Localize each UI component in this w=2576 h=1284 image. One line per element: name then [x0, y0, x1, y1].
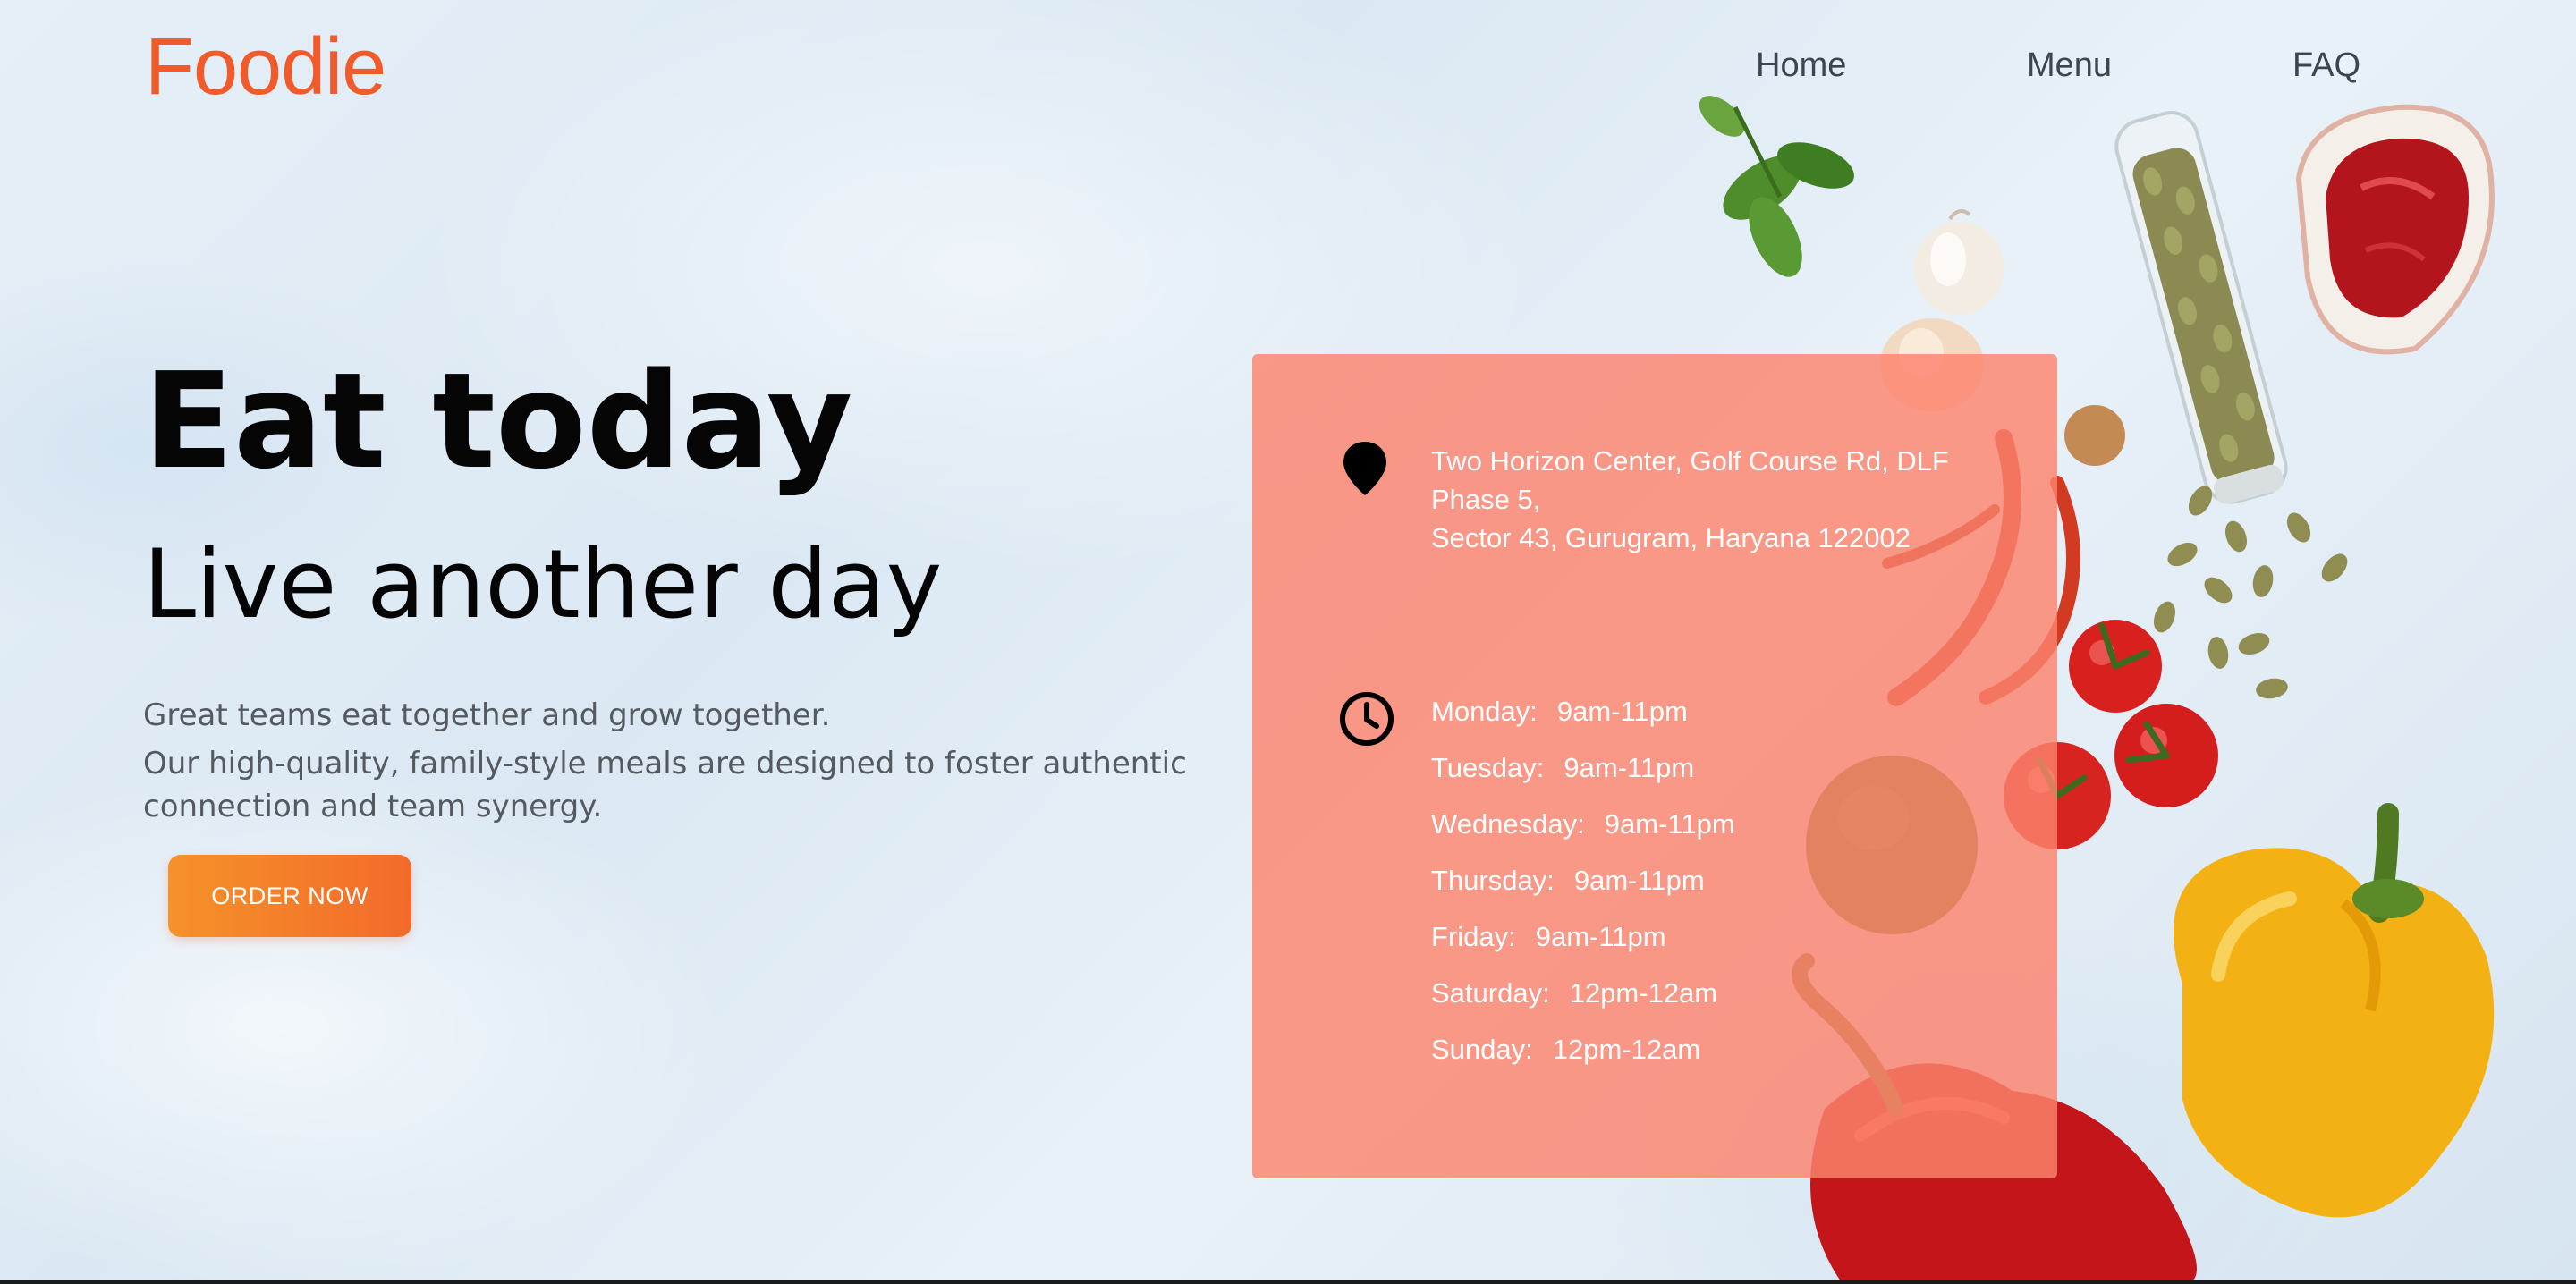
hours-time: 9am-11pm: [1563, 752, 1695, 783]
hours-row-wednesday: Wednesday: 9am-11pm: [1431, 807, 2004, 863]
nav-faq[interactable]: FAQ: [2292, 46, 2360, 85]
clock-icon: [1340, 692, 1394, 746]
hours-row-thursday: Thursday: 9am-11pm: [1431, 863, 2004, 919]
pumpkin-seeds-image: [2153, 486, 2348, 699]
location-pin-icon: [1343, 442, 1386, 495]
info-card: Two Horizon Center, Golf Course Rd, DLF …: [1252, 354, 2057, 1178]
hours-row-sunday: Sunday: 12pm-12am: [1431, 1032, 2004, 1088]
hours-time: 9am-11pm: [1556, 696, 1688, 727]
hero-title: Eat today: [143, 344, 853, 498]
hours-time: 12pm-12am: [1552, 1034, 1701, 1065]
hours-row-tuesday: Tuesday: 9am-11pm: [1431, 750, 2004, 807]
hero-subtitle: Live another day: [143, 529, 943, 639]
hours-day: Thursday:: [1431, 865, 1555, 896]
hours-time: 9am-11pm: [1535, 921, 1666, 952]
hours-time: 12pm-12am: [1569, 977, 1718, 1009]
hero-description: Great teams eat together and grow togeth…: [143, 694, 1234, 833]
opening-hours: Monday: 9am-11pm Tuesday: 9am-11pm Wednesd…: [1431, 694, 2004, 1088]
hours-time: 9am-11pm: [1604, 808, 1735, 840]
cookie-image: [2064, 405, 2125, 466]
address: Two Horizon Center, Golf Course Rd, DLF …: [1431, 442, 2004, 557]
hero-description-line1: Great teams eat together and grow togeth…: [143, 697, 831, 733]
ketchup-bowl-image: [2295, 104, 2495, 355]
hours-day: Sunday:: [1431, 1034, 1533, 1065]
page: Foodie Home Menu FAQ Eat today Live anot…: [0, 0, 2576, 1284]
hours-time: 9am-11pm: [1573, 865, 1705, 896]
hours-row-monday: Monday: 9am-11pm: [1431, 694, 2004, 750]
nav-home[interactable]: Home: [1756, 46, 1846, 85]
bottom-border: [0, 1280, 2576, 1284]
basil-image: [1699, 96, 1854, 277]
hours-day: Tuesday:: [1431, 752, 1545, 783]
hours-day: Saturday:: [1431, 977, 1550, 1009]
hero-description-line2: Our high-quality, family-style meals are…: [143, 746, 1187, 824]
main-nav: Home Menu FAQ: [0, 46, 2576, 91]
spice-jar-image: [2114, 111, 2288, 504]
hours-day: Monday:: [1431, 696, 1538, 727]
order-now-button[interactable]: ORDER NOW: [168, 855, 411, 937]
yellow-pepper-image: [2174, 803, 2495, 1218]
address-line: Phase 5,: [1431, 484, 1541, 515]
hours-day: Friday:: [1431, 921, 1516, 952]
hours-row-friday: Friday: 9am-11pm: [1431, 919, 2004, 976]
address-line: Two Horizon Center, Golf Course Rd, DLF: [1431, 445, 1949, 477]
hours-day: Wednesday:: [1431, 808, 1585, 840]
hours-row-saturday: Saturday: 12pm-12am: [1431, 976, 2004, 1032]
address-line: Sector 43, Gurugram, Haryana 122002: [1431, 522, 1911, 553]
nav-menu[interactable]: Menu: [2027, 46, 2112, 85]
